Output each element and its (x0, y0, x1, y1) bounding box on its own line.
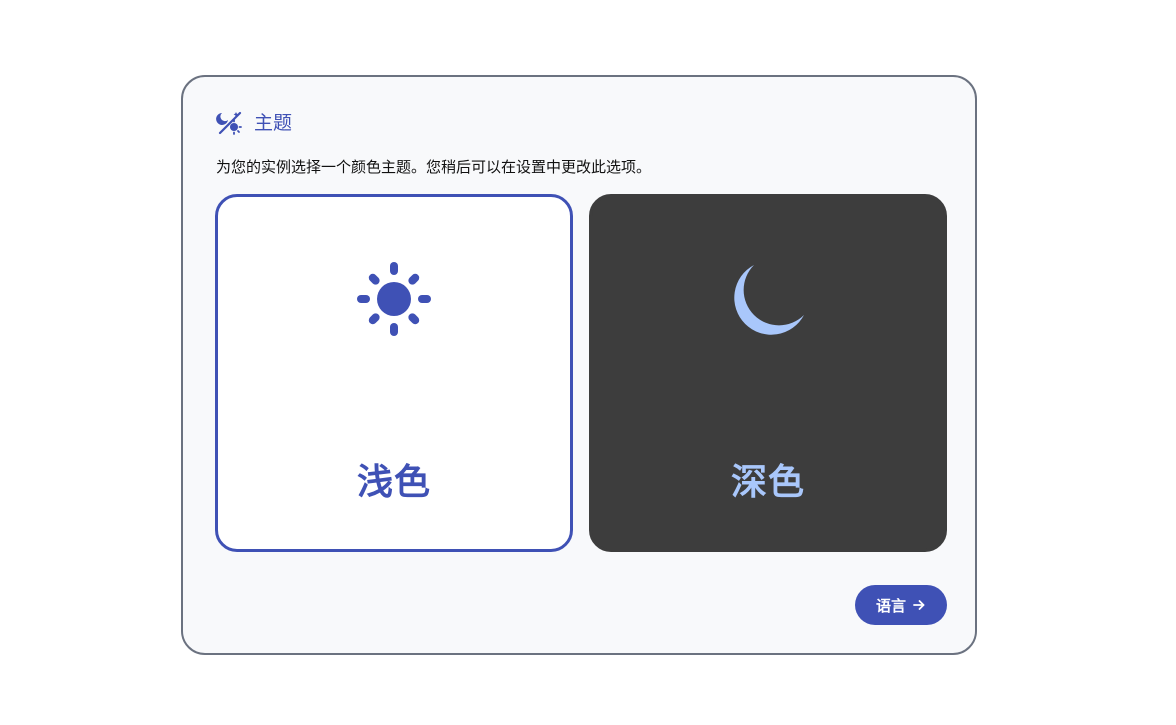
light-theme-option[interactable]: 浅色 (215, 194, 573, 552)
dark-theme-option[interactable]: 深色 (589, 194, 947, 552)
card-header: 主题 (216, 109, 292, 137)
page-title: 主题 (254, 112, 293, 134)
description-text: 为您的实例选择一个颜色主题。您稍后可以在设置中更改此选项。 (216, 158, 652, 176)
dark-theme-label: 深色 (730, 462, 805, 503)
theme-setup-card: 主题 为您的实例选择一个颜色主题。您稍后可以在设置中更改此选项。 浅色 深色 语… (181, 75, 977, 655)
moon-icon (728, 259, 808, 339)
light-theme-label: 浅色 (356, 462, 431, 503)
next-button-label: 语言 (875, 596, 906, 615)
arrow-right-icon (912, 598, 926, 612)
sun-icon (354, 259, 434, 339)
theme-icon (216, 109, 244, 137)
next-language-button[interactable]: 语言 (855, 585, 947, 625)
